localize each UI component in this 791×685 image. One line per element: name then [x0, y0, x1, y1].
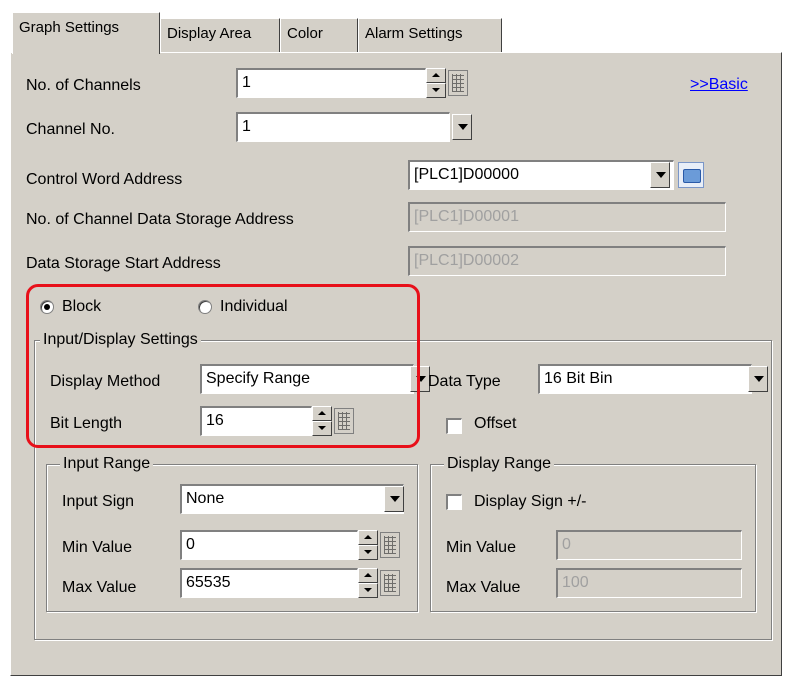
display-method-dropdown-icon[interactable]: [410, 366, 430, 392]
channels-spinner[interactable]: [426, 68, 446, 98]
individual-label: Individual: [220, 298, 288, 315]
input-max-spinner[interactable]: [358, 568, 378, 598]
channels-label: No. of Channels: [26, 77, 141, 94]
input-sign-select[interactable]: None: [180, 484, 404, 514]
input-sign-dropdown-icon[interactable]: [384, 486, 404, 512]
input-display-title: Input/Display Settings: [40, 330, 201, 350]
data-type-select[interactable]: 16 Bit Bin: [538, 364, 752, 394]
display-max-input: 100: [556, 568, 742, 598]
individual-radio[interactable]: [198, 300, 212, 314]
input-range-title: Input Range: [60, 454, 154, 474]
bit-length-spinner[interactable]: [312, 406, 332, 436]
data-storage-address-input: [PLC1]D00001: [408, 202, 726, 232]
block-radio[interactable]: [40, 300, 54, 314]
basic-link[interactable]: >>Basic: [690, 76, 748, 94]
storage-start-input: [PLC1]D00002: [408, 246, 726, 276]
bit-length-input[interactable]: 16: [200, 406, 312, 436]
input-min-label: Min Value: [62, 539, 132, 556]
input-sign-label: Input Sign: [62, 493, 135, 510]
channels-calculator-icon[interactable]: [448, 70, 468, 96]
display-min-input: 0: [556, 530, 742, 560]
display-sign-checkbox[interactable]: [446, 494, 462, 510]
data-type-dropdown-icon[interactable]: [748, 366, 768, 392]
control-word-select[interactable]: [PLC1]D00000: [408, 160, 674, 190]
tab-alarm-settings[interactable]: Alarm Settings: [358, 18, 502, 52]
channel-no-select[interactable]: 1: [236, 112, 450, 142]
input-max-input[interactable]: 65535: [180, 568, 358, 598]
data-type-label: Data Type: [428, 373, 501, 390]
block-label: Block: [62, 298, 102, 315]
offset-label: Offset: [474, 415, 517, 432]
offset-checkbox[interactable]: [446, 418, 462, 434]
data-storage-address-label: No. of Channel Data Storage Address: [26, 211, 294, 228]
control-word-dropdown-icon[interactable]: [650, 162, 670, 188]
channel-no-label: Channel No.: [26, 121, 115, 138]
input-max-label: Max Value: [62, 579, 137, 596]
display-method-label: Display Method: [50, 373, 161, 390]
bit-length-calculator-icon[interactable]: [334, 408, 354, 434]
channels-input[interactable]: 1: [236, 68, 426, 98]
input-min-spinner[interactable]: [358, 530, 378, 560]
display-range-title: Display Range: [444, 454, 555, 474]
display-min-label: Min Value: [446, 539, 516, 556]
input-min-input[interactable]: 0: [180, 530, 358, 560]
storage-start-label: Data Storage Start Address: [26, 255, 221, 272]
display-method-select[interactable]: Specify Range: [200, 364, 414, 394]
input-max-calculator-icon[interactable]: [380, 570, 400, 596]
bit-length-label: Bit Length: [50, 415, 123, 432]
control-word-label: Control Word Address: [26, 171, 183, 188]
display-sign-label: Display Sign +/-: [474, 493, 587, 510]
channel-no-dropdown-icon[interactable]: [452, 114, 472, 140]
input-min-calculator-icon[interactable]: [380, 532, 400, 558]
tab-display-area[interactable]: Display Area: [160, 18, 280, 52]
tab-color[interactable]: Color: [280, 18, 358, 52]
display-max-label: Max Value: [446, 579, 521, 596]
tab-graph-settings[interactable]: Graph Settings: [12, 12, 160, 54]
keypad-icon[interactable]: [678, 162, 704, 188]
